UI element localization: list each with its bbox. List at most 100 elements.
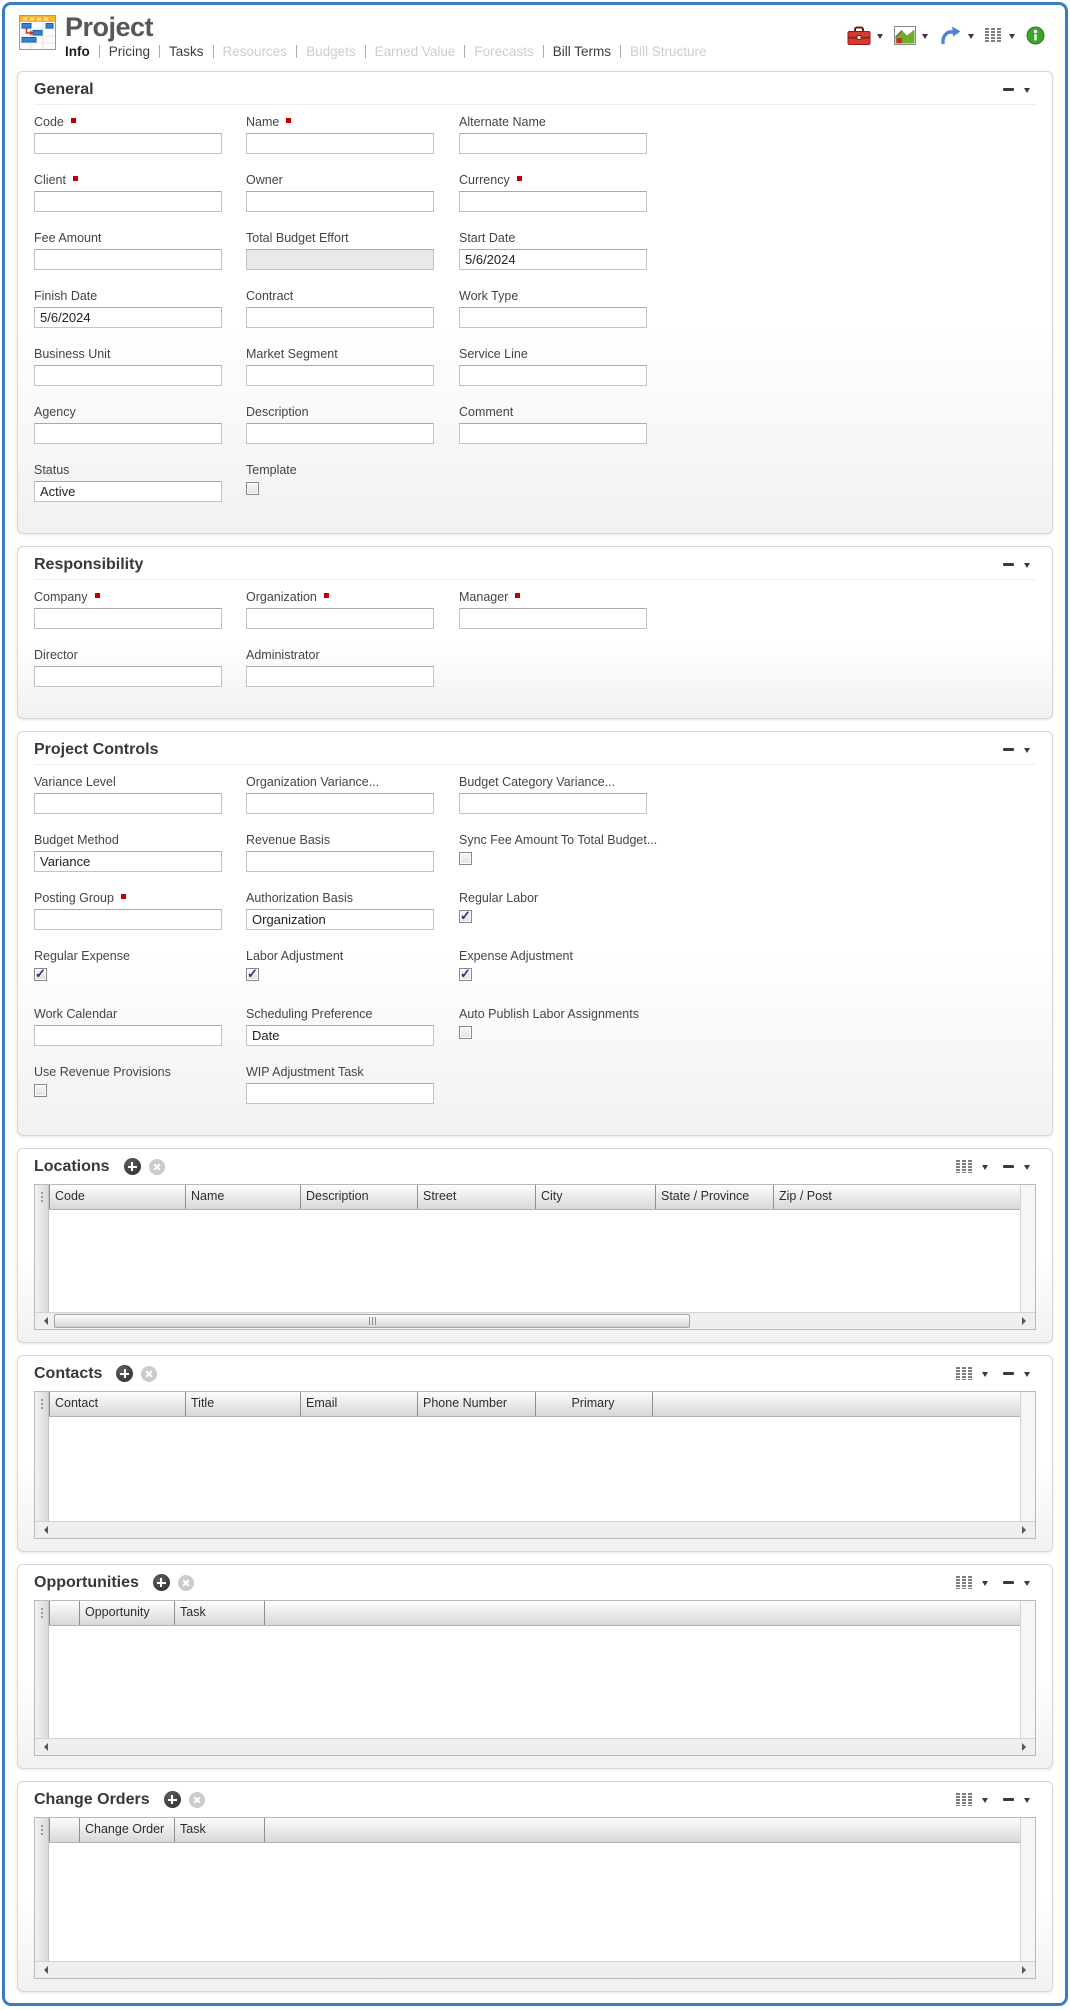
fee-amount-input[interactable] [34,249,222,270]
collapse-icon[interactable] [1003,748,1014,751]
section-menu-icon[interactable] [1024,1372,1030,1377]
scroll-right-icon[interactable] [1022,1743,1030,1751]
columns-icon[interactable] [956,1367,972,1380]
regular-expense-checkbox[interactable] [34,968,47,981]
manager-input[interactable] [459,608,647,629]
scheduling-preference-input[interactable] [246,1025,434,1046]
scroll-left-icon[interactable] [40,1526,48,1534]
columns-icon[interactable] [956,1793,972,1806]
director-input[interactable] [34,666,222,687]
column-header[interactable]: Primary [535,1392,652,1416]
scroll-left-icon[interactable] [40,1743,48,1751]
chevron-down-icon[interactable] [922,34,928,39]
column-header[interactable]: Opportunity [79,1601,174,1625]
add-row-icon[interactable] [164,1791,181,1808]
name-input[interactable] [246,133,434,154]
vertical-scrollbar[interactable] [1020,1601,1035,1738]
budget-category-variance-input[interactable] [459,793,647,814]
alternate-name-input[interactable] [459,133,647,154]
column-header[interactable]: Task [174,1818,264,1842]
code-input[interactable] [34,133,222,154]
collapse-icon[interactable] [1003,563,1014,566]
organization-variance-input[interactable] [246,793,434,814]
report-icon[interactable] [894,26,916,45]
scroll-left-icon[interactable] [40,1966,48,1974]
section-menu-icon[interactable] [1024,1581,1030,1586]
owner-input[interactable] [246,191,434,212]
column-header[interactable]: Title [185,1392,300,1416]
vertical-scrollbar[interactable] [1020,1185,1035,1312]
column-header[interactable]: Email [300,1392,417,1416]
chevron-down-icon[interactable] [982,1165,988,1170]
expense-adjustment-checkbox[interactable] [459,968,472,981]
vertical-scrollbar[interactable] [1020,1392,1035,1521]
start-date-input[interactable] [459,249,647,270]
tab-pricing[interactable]: Pricing [109,44,150,59]
section-menu-icon[interactable] [1024,1165,1030,1170]
column-header[interactable]: City [535,1185,655,1209]
share-arrow-icon[interactable] [939,25,962,46]
currency-input[interactable] [459,191,647,212]
chevron-down-icon[interactable] [877,34,883,39]
column-header[interactable]: Code [49,1185,185,1209]
organization-input[interactable] [246,608,434,629]
budget-method-input[interactable] [34,851,222,872]
posting-group-input[interactable] [34,909,222,930]
collapse-icon[interactable] [1003,1581,1014,1584]
description-input[interactable] [246,423,434,444]
chevron-down-icon[interactable] [968,34,974,39]
info-icon[interactable] [1026,26,1045,45]
tab-info[interactable]: Info [65,44,90,59]
chevron-down-icon[interactable] [1009,34,1015,39]
use-revenue-provisions-checkbox[interactable] [34,1084,47,1097]
toolbox-icon[interactable] [847,25,871,46]
collapse-icon[interactable] [1003,88,1014,91]
administrator-input[interactable] [246,666,434,687]
scroll-right-icon[interactable] [1022,1526,1030,1534]
column-header[interactable]: Change Order [79,1818,174,1842]
service-line-input[interactable] [459,365,647,386]
client-input[interactable] [34,191,222,212]
column-header[interactable]: Name [185,1185,300,1209]
section-menu-icon[interactable] [1024,88,1030,93]
column-header[interactable]: Phone Number [417,1392,535,1416]
column-header[interactable]: Street [417,1185,535,1209]
add-row-icon[interactable] [153,1574,170,1591]
collapse-icon[interactable] [1003,1165,1014,1168]
columns-icon[interactable] [956,1576,972,1589]
work-type-input[interactable] [459,307,647,328]
status-input[interactable] [34,481,222,502]
wip-adjustment-task-input[interactable] [246,1083,434,1104]
delete-row-icon[interactable] [141,1366,157,1382]
finish-date-input[interactable] [34,307,222,328]
column-header[interactable]: Task [174,1601,264,1625]
delete-row-icon[interactable] [149,1159,165,1175]
collapse-icon[interactable] [1003,1372,1014,1375]
add-row-icon[interactable] [116,1365,133,1382]
sync-fee-amount-checkbox[interactable] [459,852,472,865]
tab-bill-terms[interactable]: Bill Terms [553,44,611,59]
section-menu-icon[interactable] [1024,748,1030,753]
regular-labor-checkbox[interactable] [459,910,472,923]
market-segment-input[interactable] [246,365,434,386]
comment-input[interactable] [459,423,647,444]
scroll-left-icon[interactable] [40,1317,48,1325]
company-input[interactable] [34,608,222,629]
add-row-icon[interactable] [124,1158,141,1175]
chevron-down-icon[interactable] [982,1581,988,1586]
auto-publish-labor-checkbox[interactable] [459,1026,472,1039]
variance-level-input[interactable] [34,793,222,814]
columns-icon[interactable] [956,1160,972,1173]
agency-input[interactable] [34,423,222,444]
column-header[interactable]: Zip / Post [773,1185,1020,1209]
scrollbar-thumb[interactable] [54,1314,690,1328]
labor-adjustment-checkbox[interactable] [246,968,259,981]
column-header[interactable]: State / Province [655,1185,773,1209]
collapse-icon[interactable] [1003,1798,1014,1801]
section-menu-icon[interactable] [1024,563,1030,568]
columns-icon[interactable] [985,28,1003,43]
chevron-down-icon[interactable] [982,1798,988,1803]
column-header[interactable]: Description [300,1185,417,1209]
delete-row-icon[interactable] [178,1575,194,1591]
delete-row-icon[interactable] [189,1792,205,1808]
